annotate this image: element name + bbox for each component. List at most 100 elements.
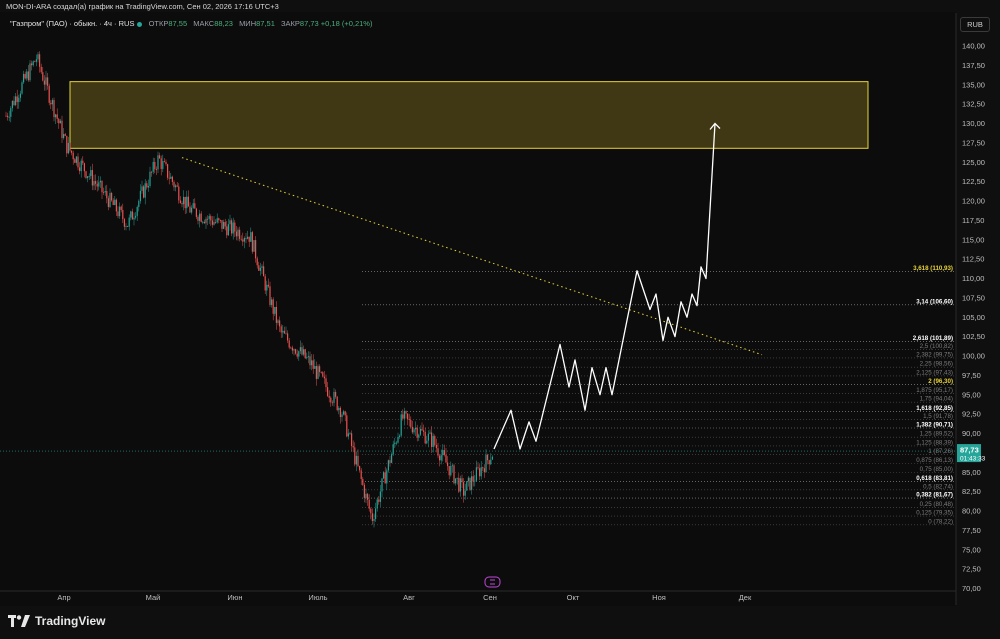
candle-body	[247, 236, 249, 239]
candle-body	[58, 118, 60, 124]
candle-body	[199, 213, 201, 221]
price-tick-label: 75,00	[962, 545, 981, 554]
candle-body	[90, 170, 92, 176]
candle-body	[200, 213, 202, 222]
tradingview-logo-icon	[8, 615, 30, 627]
candle-body	[151, 171, 153, 173]
candle-body	[191, 207, 193, 213]
candle-body	[315, 366, 317, 379]
candle-body	[373, 518, 375, 521]
candle-body	[298, 351, 300, 357]
tradingview-logo[interactable]: TradingView	[8, 614, 105, 628]
time-tick-label: Июль	[308, 593, 327, 602]
candle-body	[5, 115, 7, 117]
candle-body	[170, 176, 172, 179]
price-tick-label: 82,50	[962, 487, 981, 496]
candle-body	[245, 238, 247, 239]
time-tick-label: Июн	[227, 593, 242, 602]
candle-body	[160, 158, 162, 169]
price-tick-label: 100,00	[962, 352, 985, 361]
candle-body	[421, 428, 423, 431]
candle-body	[272, 299, 274, 314]
candle-body	[491, 456, 493, 460]
candle-body	[165, 161, 167, 165]
candle-body	[439, 455, 441, 461]
candle-body	[219, 220, 221, 221]
candle-body	[40, 66, 42, 73]
price-tick-label: 117,50	[962, 216, 984, 225]
candle-body	[189, 206, 191, 213]
candle-body	[98, 182, 100, 187]
fib-label: 3,14 (106,60)	[916, 298, 953, 305]
candle-body	[359, 465, 361, 471]
candle-body	[154, 161, 156, 170]
candle-body	[306, 357, 308, 359]
candle-body	[458, 477, 460, 492]
price-tick-label: 77,50	[962, 526, 981, 535]
candle-body	[88, 175, 90, 177]
price-tick-label: 105,00	[962, 313, 985, 322]
candle-body	[122, 209, 124, 220]
candle-body	[72, 152, 74, 160]
candle-body	[152, 161, 154, 172]
candle-body	[387, 460, 389, 471]
candle-body	[187, 196, 189, 207]
price-tick-label: 110,00	[962, 274, 984, 283]
candle-body	[352, 446, 354, 448]
candle-body	[381, 478, 383, 492]
candle-body	[45, 77, 47, 85]
candle-body	[314, 366, 316, 369]
candle-body	[127, 225, 129, 227]
candle-body	[194, 203, 196, 209]
candle-body	[477, 467, 479, 469]
candle-body	[63, 134, 65, 139]
candle-body	[162, 161, 164, 169]
events-marker-icon	[484, 576, 501, 588]
price-chart[interactable]: 3,618 (110,93) 3,14 (106,60) 2,618 (101,89…	[0, 0, 1000, 639]
fib-label: 1,75 (94,04)	[920, 396, 953, 403]
candle-body	[418, 434, 420, 438]
candle-body	[360, 470, 362, 479]
candle-body	[66, 135, 68, 154]
candle-body	[205, 218, 207, 224]
candle-body	[21, 82, 23, 94]
candle-body	[31, 63, 33, 66]
candle-body	[232, 222, 234, 234]
candle-body	[261, 266, 263, 268]
candle-body	[67, 142, 69, 154]
candle-body	[269, 286, 271, 305]
fib-label: 1 (87,26)	[928, 448, 953, 455]
candle-body	[263, 266, 265, 277]
candle-body	[53, 100, 55, 118]
fib-label: 0,382 (81,67)	[916, 492, 953, 499]
trendline-layer	[181, 157, 763, 356]
candle-body	[27, 71, 29, 81]
candle-body	[379, 491, 381, 502]
candle-body	[295, 349, 297, 354]
candle-body	[235, 231, 237, 237]
candle-body	[251, 232, 253, 252]
price-tick-label: 92,50	[962, 410, 981, 419]
candle-body	[447, 462, 449, 467]
fib-label: 2,125 (97,43)	[916, 369, 953, 376]
fib-label: 2,25 (98,56)	[920, 361, 953, 368]
candle-body	[18, 97, 20, 103]
candle-body	[378, 499, 380, 502]
candle-body	[179, 200, 181, 204]
candle-body	[338, 407, 340, 411]
candle-body	[258, 265, 260, 271]
candle-body	[453, 465, 455, 484]
candle-body	[144, 183, 146, 198]
candle-body	[202, 221, 204, 223]
candle-body	[253, 240, 255, 252]
candle-body	[431, 432, 433, 447]
price-tick-label: 112,50	[962, 255, 984, 264]
candle-body	[328, 395, 330, 398]
candle-body	[327, 387, 329, 396]
candle-body	[197, 216, 199, 221]
fib-label: 3,618 (110,93)	[913, 265, 953, 272]
candle-body	[237, 229, 239, 237]
candle-body	[442, 450, 444, 456]
candle-body	[386, 470, 388, 484]
candle-body	[239, 229, 241, 239]
